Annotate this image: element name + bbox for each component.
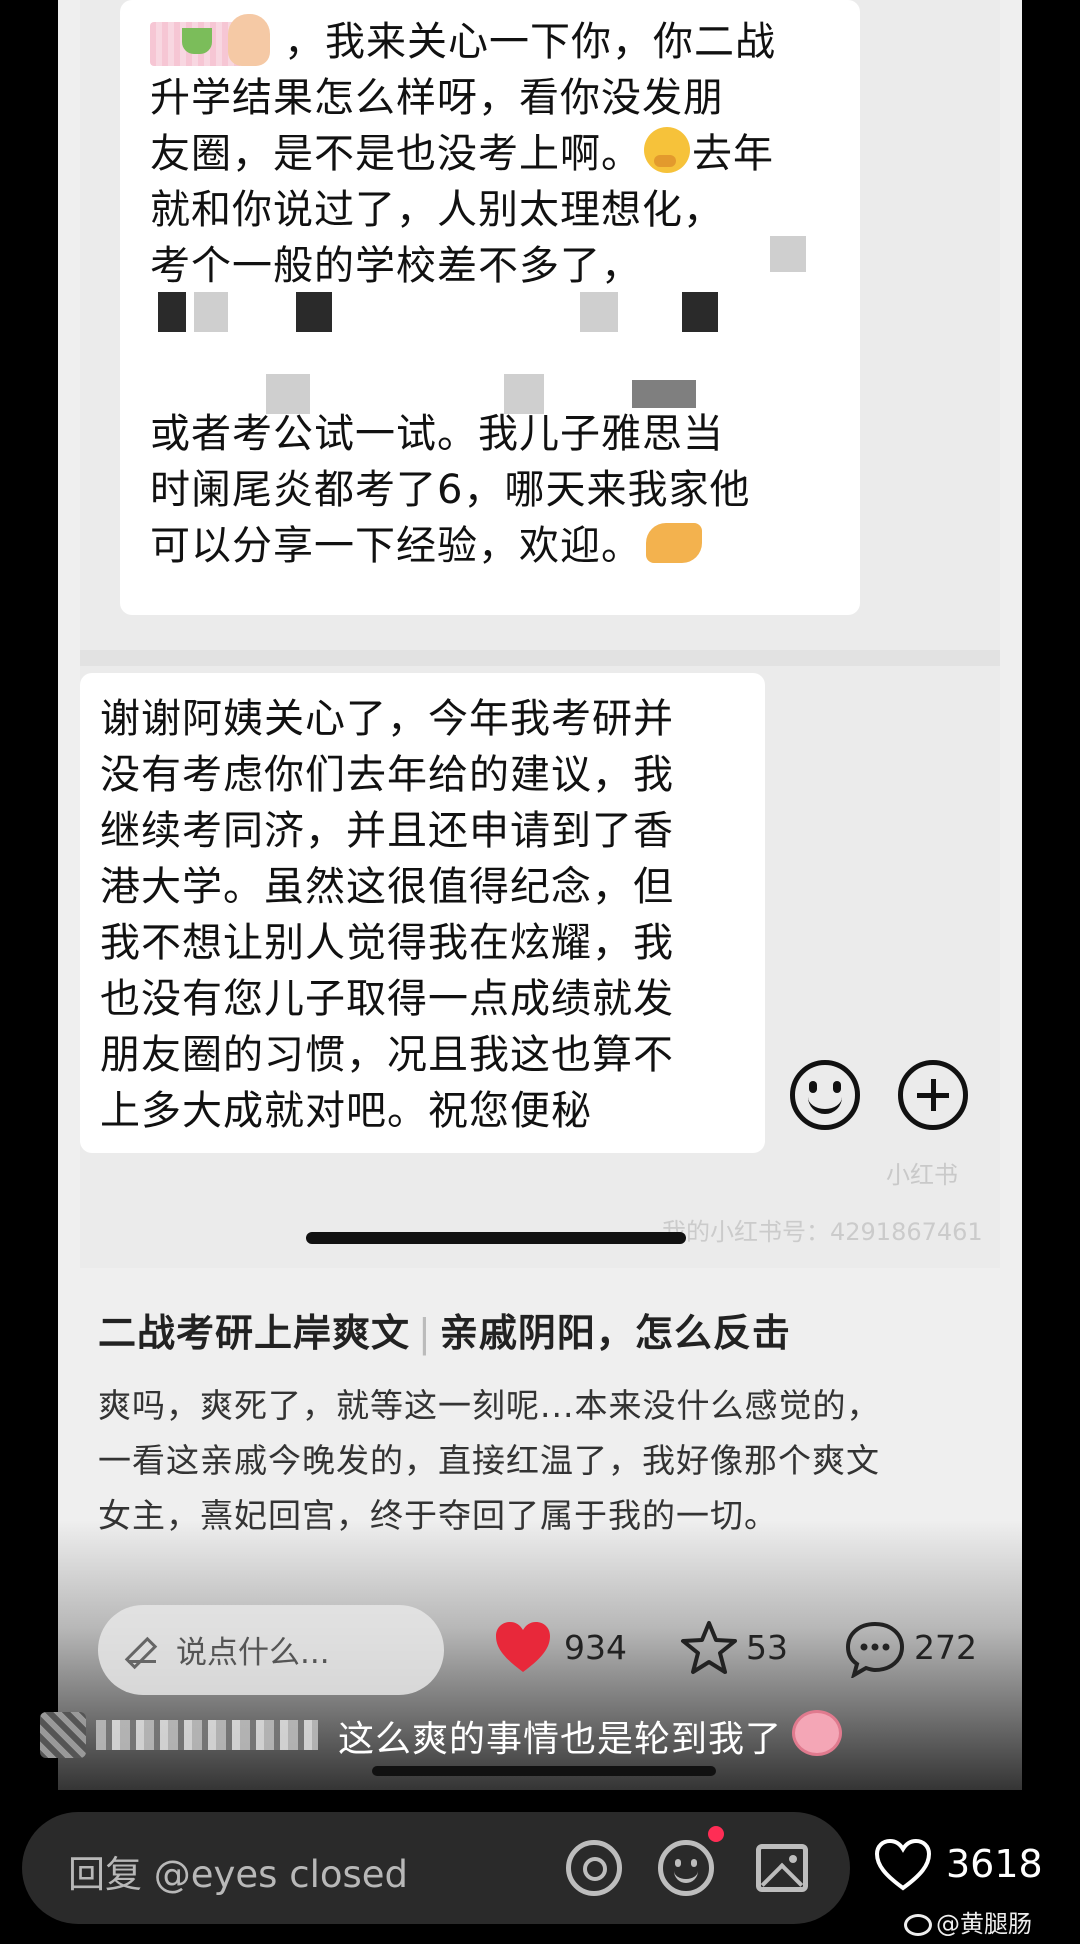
emoji-icon[interactable] bbox=[658, 1840, 714, 1896]
chat-screenshot: ，我来关心一下你，你二战 升学结果怎么样呀，看你没发朋 友圈，是不是也没考上啊。… bbox=[80, 0, 1000, 1268]
pencil-icon bbox=[128, 1635, 156, 1663]
post-title: 二战考研上岸爽文 | 亲戚阴阳，怎么反击 bbox=[98, 1311, 791, 1355]
redaction-mosaic bbox=[158, 292, 186, 332]
redaction-mosaic bbox=[296, 292, 332, 332]
home-indicator bbox=[306, 1232, 686, 1244]
at-mention-icon[interactable] bbox=[566, 1840, 622, 1896]
message-line: 上多大成就对吧。祝您便秘 bbox=[100, 1088, 592, 1134]
redaction-mosaic bbox=[770, 236, 806, 272]
message-line: 升学结果怎么样呀，看你没发朋 bbox=[150, 75, 724, 121]
reply-input[interactable]: 回复 @eyes closed bbox=[22, 1812, 850, 1924]
message-line: 没有考虑你们去年给的建议，我 bbox=[100, 752, 674, 798]
tea-sticker-icon bbox=[150, 14, 284, 70]
message-line: 或者考公试一试。我儿子雅思当 bbox=[150, 411, 724, 457]
message-line: 考个一般的学校差不多了， bbox=[150, 243, 642, 289]
message-line: 港大学。虽然这很值得纪念，但 bbox=[100, 864, 674, 910]
sent-message-bubble: 谢谢阿姨关心了，今年我考研并 没有考虑你们去年给的建议，我 继续考同济，并且还申… bbox=[80, 673, 765, 1153]
redaction-mosaic bbox=[580, 292, 618, 332]
xiaohongshu-watermark: 小红书 bbox=[886, 1161, 958, 1189]
avatar bbox=[40, 1712, 86, 1758]
comment-bubble-icon bbox=[845, 1621, 905, 1678]
star-count: 53 bbox=[746, 1628, 788, 1667]
message-line: 可以分享一下经验，欢迎。 bbox=[150, 518, 830, 574]
handshake-emoji-icon bbox=[646, 523, 702, 563]
received-message-bubble: ，我来关心一下你，你二战 升学结果怎么样呀，看你没发朋 友圈，是不是也没考上啊。… bbox=[120, 0, 860, 615]
message-line: 友圈，是不是也没考上啊。 去年 bbox=[150, 126, 830, 182]
comment-count: 272 bbox=[914, 1628, 977, 1667]
message-line: 朋友圈的习惯，况且我这也算不 bbox=[100, 1032, 674, 1078]
like-count: 3618 bbox=[946, 1842, 1043, 1886]
thinking-emoji-icon bbox=[644, 127, 690, 173]
home-indicator bbox=[372, 1766, 716, 1776]
redaction-mosaic bbox=[266, 374, 310, 414]
message-line: ，我来关心一下你，你二战 bbox=[150, 14, 830, 70]
overlay-comment: 这么爽的事情也是轮到我了 bbox=[0, 1700, 1080, 1780]
plus-button-icon[interactable] bbox=[898, 1060, 968, 1130]
weibo-icon bbox=[904, 1914, 932, 1936]
post-body-line: 爽吗，爽死了，就等这一刻呢...本来没什么感觉的， bbox=[98, 1386, 881, 1425]
redaction-mosaic bbox=[682, 292, 718, 332]
image-icon[interactable] bbox=[756, 1844, 808, 1892]
message-line: 我不想让别人觉得我在炫耀，我 bbox=[100, 920, 674, 966]
redaction-mosaic bbox=[504, 374, 544, 414]
like-count: 934 bbox=[564, 1628, 627, 1667]
reply-placeholder: 回复 @eyes closed bbox=[68, 1853, 409, 1896]
watermark-id: 我的小红书号：4291867461 bbox=[662, 1218, 983, 1246]
star-icon bbox=[681, 1621, 737, 1674]
heart-icon bbox=[496, 1622, 550, 1672]
redaction-mosaic bbox=[632, 380, 696, 408]
emoji-button-icon[interactable] bbox=[790, 1060, 860, 1130]
piggy-emoji-icon bbox=[792, 1710, 842, 1756]
message-line: 也没有您儿子取得一点成绩就发 bbox=[100, 976, 674, 1022]
redacted-username bbox=[96, 1720, 318, 1750]
message-line: 谢谢阿姨关心了，今年我考研并 bbox=[100, 696, 674, 742]
redacted-line bbox=[150, 294, 830, 350]
comment-input[interactable]: 说点什么... bbox=[98, 1605, 444, 1695]
message-line: 继续考同济，并且还申请到了香 bbox=[100, 808, 674, 854]
notification-dot bbox=[708, 1826, 724, 1842]
redacted-line bbox=[150, 350, 830, 406]
message-line: 就和你说过了，人别太理想化， bbox=[150, 187, 724, 233]
like-heart-icon[interactable] bbox=[874, 1838, 932, 1892]
post-body: 爽吗，爽死了，就等这一刻呢...本来没什么感觉的， 一看这亲戚今晚发的，直接红温… bbox=[98, 1378, 998, 1543]
weibo-watermark: @黄腿肠 bbox=[904, 1904, 1032, 1939]
embedded-screenshot: ，我来关心一下你，你二战 升学结果怎么样呀，看你没发朋 友圈，是不是也没考上啊。… bbox=[58, 0, 1022, 1790]
post-body-line: 一看这亲戚今晚发的，直接红温了，我好像那个爽文 bbox=[98, 1441, 880, 1480]
chat-divider bbox=[80, 650, 1000, 666]
message-line: 时阑尾炎都考了6，哪天来我家他 bbox=[150, 467, 751, 513]
overlay-comment-text: 这么爽的事情也是轮到我了 bbox=[338, 1719, 783, 1760]
redaction-mosaic bbox=[194, 292, 228, 332]
